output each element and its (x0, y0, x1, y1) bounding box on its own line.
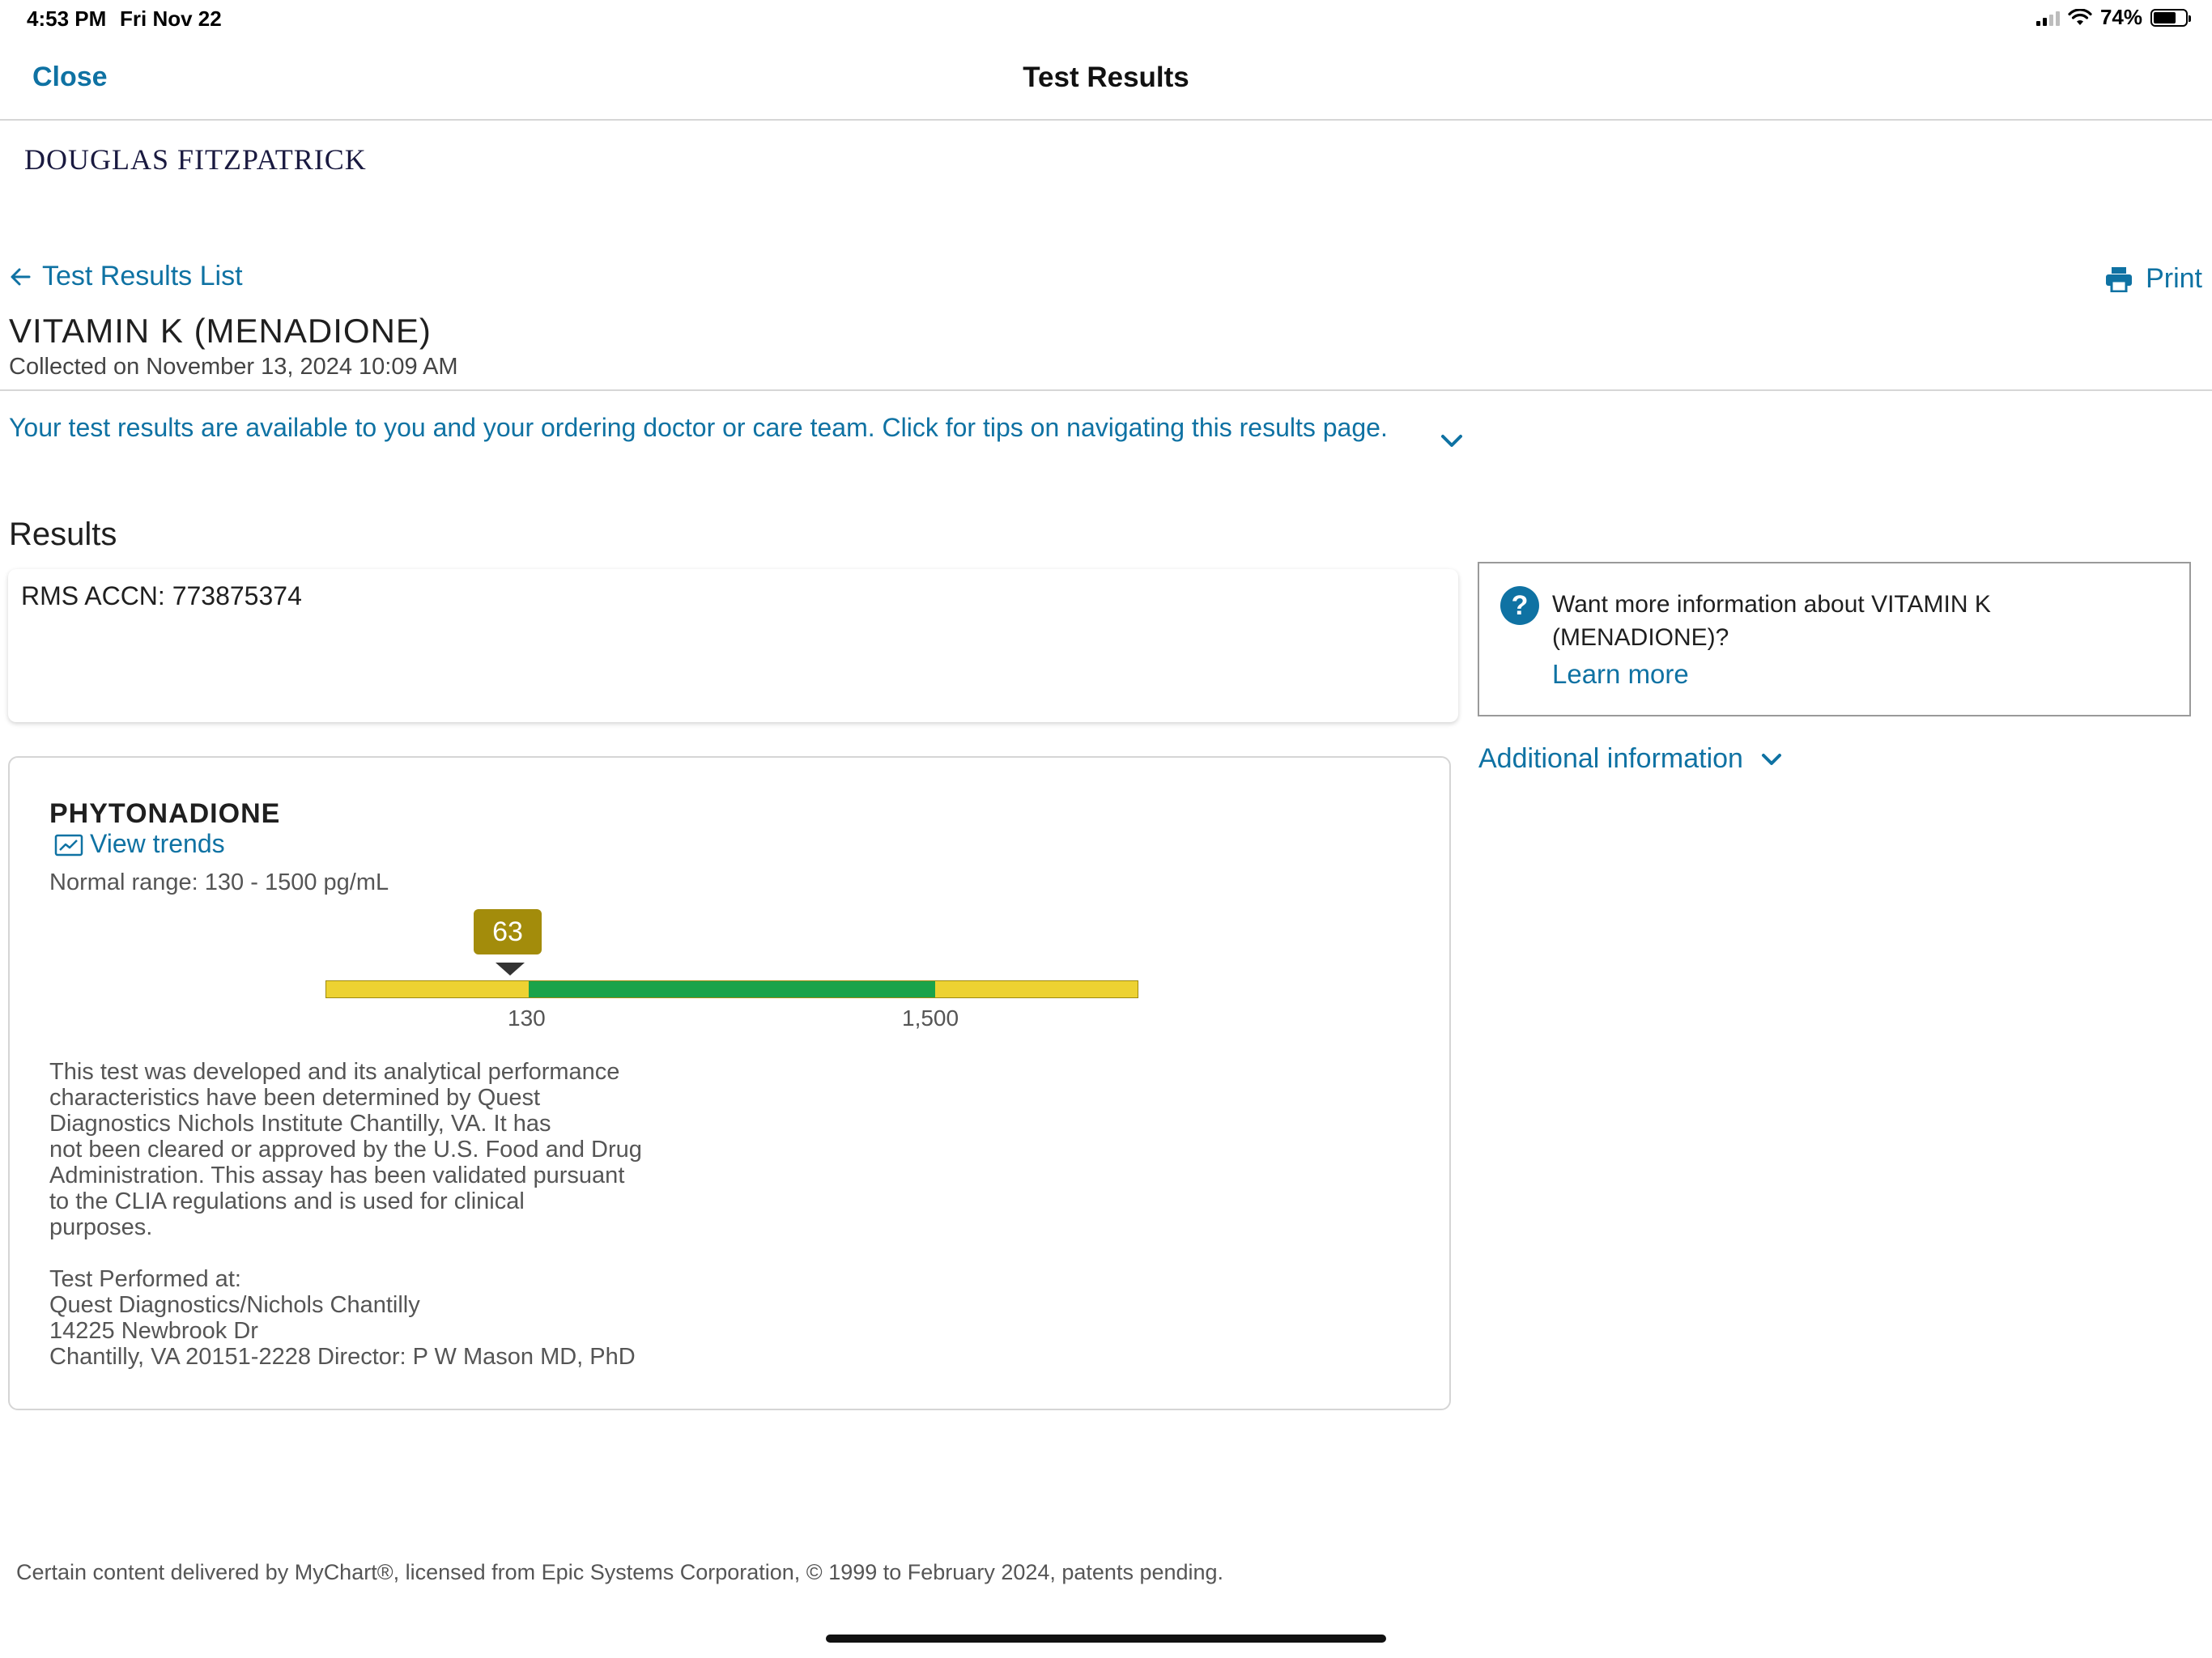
cellular-signal-icon (2035, 10, 2060, 26)
trend-chart-icon (54, 834, 83, 856)
view-trends-label: View trends (90, 829, 225, 858)
range-high-label: 1,500 (902, 1005, 959, 1031)
accession-number: RMS ACCN: 773875374 (21, 581, 302, 610)
results-heading: Results (9, 517, 117, 552)
section-divider (0, 389, 2212, 391)
battery-percent: 74% (2099, 5, 2142, 29)
status-indicators: 74% (2035, 5, 2191, 30)
battery-icon (2150, 8, 2191, 27)
view-trends-link[interactable]: View trends (54, 829, 225, 859)
more-info-box: ? Want more information about VITAMIN K … (1478, 562, 2191, 716)
patient-name: DOUGLAS FITZPATRICK (24, 143, 367, 176)
print-button[interactable]: Print (2105, 263, 2202, 295)
printer-icon (2106, 266, 2133, 292)
chevron-down-icon (1761, 753, 1781, 765)
result-value-badge: 63 (474, 909, 542, 954)
range-low-segment (326, 981, 529, 997)
learn-more-link[interactable]: Learn more (1552, 659, 1689, 690)
test-title: VITAMIN K (MENADIONE) (9, 312, 432, 350)
range-normal-segment (529, 981, 935, 997)
reference-range-bar (325, 980, 1138, 998)
wifi-icon (2068, 8, 2092, 25)
value-pointer (496, 963, 525, 976)
status-date: Fri Nov 22 (120, 6, 222, 31)
nav-divider (0, 119, 2212, 121)
accession-card: RMS ACCN: 773875374 (8, 569, 1458, 722)
close-button[interactable]: Close (32, 62, 108, 93)
question-circle-icon: ? (1500, 586, 1539, 625)
range-low-label: 130 (508, 1005, 546, 1031)
collected-date: Collected on November 13, 2024 10:09 AM (9, 354, 458, 380)
result-card: PHYTONADIONE View trends Normal range: 1… (8, 756, 1451, 1410)
test-disclaimer: This test was developed and its analytic… (49, 1059, 642, 1240)
test-results-list-link[interactable]: Test Results List (10, 261, 243, 292)
status-time: 4:53 PM (27, 6, 107, 31)
page-title: Test Results (1023, 62, 1189, 93)
navigation-tips-link[interactable]: Your test results are available to you a… (9, 411, 1418, 444)
home-indicator[interactable] (826, 1635, 1386, 1643)
range-high-segment (935, 981, 1138, 997)
arrow-left-icon (11, 268, 31, 285)
footer-copyright: Certain content delivered by MyChart®, l… (16, 1560, 1224, 1584)
performed-at: Test Performed at: Quest Diagnostics/Nic… (49, 1266, 636, 1370)
back-link-label: Test Results List (42, 261, 243, 291)
print-label: Print (2146, 263, 2202, 294)
more-info-question: Want more information about VITAMIN K (M… (1552, 591, 1991, 651)
chevron-down-icon[interactable] (1438, 427, 1465, 455)
normal-range: Normal range: 130 - 1500 pg/mL (49, 869, 389, 895)
additional-information-label: Additional information (1478, 743, 1743, 774)
component-name: PHYTONADIONE (49, 798, 281, 829)
additional-information-toggle[interactable]: Additional information (1478, 743, 1784, 775)
